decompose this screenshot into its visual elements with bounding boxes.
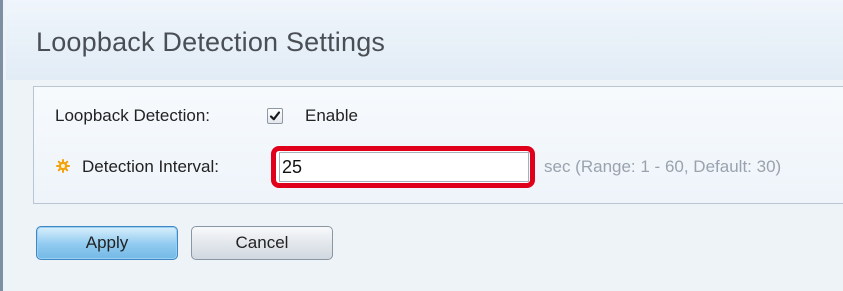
detection-interval-input[interactable] [279, 152, 529, 182]
apply-button[interactable]: Apply [36, 226, 178, 260]
loopback-enable-checkbox[interactable] [267, 108, 283, 124]
required-asterisk-icon [56, 159, 70, 173]
detection-interval-label: Detection Interval: [82, 157, 220, 176]
cancel-button[interactable]: Cancel [191, 226, 333, 260]
enable-label: Enable [305, 106, 358, 125]
interval-range-hint: sec (Range: 1 - 60, Default: 30) [544, 157, 782, 176]
loopback-detection-label: Loopback Detection: [55, 106, 210, 125]
checkmark-icon [269, 111, 281, 121]
settings-window: Loopback Detection Settings Loopback Det… [0, 0, 843, 291]
title-bar: Loopback Detection Settings [6, 0, 843, 80]
page-title: Loopback Detection Settings [36, 27, 386, 57]
